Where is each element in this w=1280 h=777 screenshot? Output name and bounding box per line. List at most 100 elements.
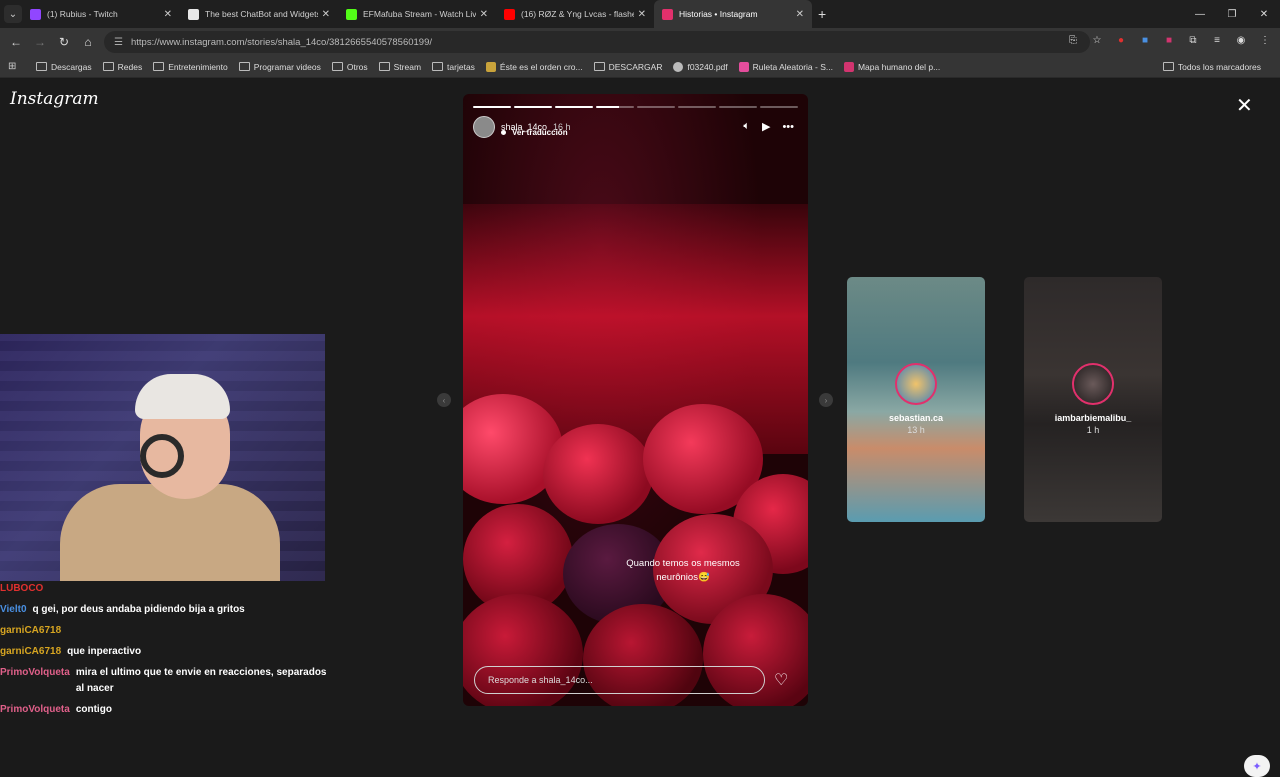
tab-close-icon[interactable]: ✕	[322, 9, 330, 20]
chat-message: garniCA6718	[0, 623, 330, 639]
tab-chatbot[interactable]: The best ChatBot and Widgets ✕	[180, 0, 338, 28]
bookmark-folder[interactable]: Stream	[378, 61, 422, 72]
story-progress-segment	[719, 106, 757, 108]
bookmark-label: tarjetas	[447, 61, 475, 72]
avatar	[895, 363, 937, 405]
minimize-icon[interactable]: —	[1184, 0, 1216, 28]
bookmark-favicon-icon	[843, 61, 854, 72]
bookmark-folder[interactable]: Entretenimiento	[153, 62, 228, 72]
bookmark-label: Éste es el orden cro...	[499, 61, 583, 72]
address-bar[interactable]: ☰ https://www.instagram.com/stories/shal…	[104, 31, 1090, 53]
assistant-icon[interactable]: ✦	[1244, 755, 1270, 777]
story-media-blob	[543, 424, 653, 524]
chat-text: q gei, por deus andaba pidiendo bija a g…	[32, 604, 245, 615]
bookmark-folder[interactable]: Redes	[102, 61, 143, 72]
story-controls: 🔈︎ ▶ •••	[743, 120, 794, 133]
bookmark-label: Stream	[393, 61, 422, 72]
extension-red-icon[interactable]: ●	[1114, 33, 1128, 47]
previous-story-icon[interactable]: ‹	[437, 393, 451, 407]
kick-icon	[346, 8, 357, 20]
chat-username[interactable]: garniCA6718	[0, 644, 61, 660]
see-translation-link[interactable]: Ver traducción	[501, 128, 568, 137]
chat-text: mira el ultimo que te envie en reaccione…	[75, 667, 327, 694]
person-cap	[135, 374, 230, 419]
bookmark-folder[interactable]: Otros	[331, 62, 368, 72]
instagram-stories-page: Instagram ✕ ‹ › shala_14co 16 h Ver trad…	[0, 79, 1280, 777]
preview-username: sebastian.ca	[888, 413, 944, 423]
close-stories-icon[interactable]: ✕	[1236, 93, 1253, 118]
translate-extension-icon[interactable]: ■	[1138, 33, 1152, 47]
tab-label: The best ChatBot and Widgets	[205, 9, 318, 19]
profile-icon[interactable]: ◉	[1234, 33, 1248, 47]
tab-instagram[interactable]: Historias • Instagram ✕	[654, 0, 812, 28]
tab-close-icon[interactable]: ✕	[164, 9, 172, 20]
story-viewer[interactable]: shala_14co 16 h Ver traducción 🔈︎ ▶ ••• …	[463, 94, 808, 706]
tab-search-icon[interactable]: ⌄	[4, 5, 22, 23]
chat-username[interactable]: Vielt0	[0, 602, 27, 618]
reply-input[interactable]: Responde a shala_14co...	[474, 666, 765, 694]
chat-message: Vielt0 q gei, por deus andaba pidiendo bi…	[0, 602, 330, 618]
bookmark-folder[interactable]: DESCARGAR	[593, 62, 662, 72]
instagram-logo[interactable]: Instagram	[10, 89, 99, 109]
webcam-overlay	[0, 334, 325, 581]
volume-icon[interactable]: 🔈︎	[743, 120, 750, 133]
chatbot-icon	[188, 8, 199, 20]
site-info-icon[interactable]: ☰	[114, 37, 123, 48]
reload-icon[interactable]: ↻	[52, 35, 76, 49]
folder-icon	[153, 62, 165, 71]
all-bookmarks-folder[interactable]: Todos los marcadores	[1162, 62, 1261, 72]
tab-youtube[interactable]: (16) RØZ & Yng Lvcas - flashes ✕	[496, 0, 654, 28]
tab-close-icon[interactable]: ✕	[638, 9, 646, 20]
browser-tab-bar: ⌄ (1) Rubius - Twitch ✕ The best ChatBot…	[0, 0, 1280, 28]
bookmark-link[interactable]: Ruleta Aleatoria - S...	[738, 61, 833, 72]
back-icon[interactable]: ←	[4, 35, 28, 49]
bookmark-favicon-icon	[485, 61, 496, 72]
bookmark-folder[interactable]: Descargas	[36, 62, 92, 72]
bookmark-link[interactable]: Mapa humano del p...	[843, 61, 940, 72]
folder-icon	[378, 62, 390, 71]
chat-username[interactable]: LUBOCO	[0, 581, 43, 597]
extension-pink-icon[interactable]: ■	[1162, 33, 1176, 47]
apps-grid-icon[interactable]: ⊞	[8, 61, 22, 72]
bookmark-link[interactable]: Éste es el orden cro...	[485, 61, 583, 72]
next-story-icon[interactable]: ›	[819, 393, 833, 407]
story-preview[interactable]: iambarbiemalibu_ 1 h	[1024, 277, 1162, 522]
story-preview[interactable]: sebastian.ca 13 h	[847, 277, 985, 522]
install-app-icon[interactable]: ⎘	[1066, 33, 1080, 47]
chat-username[interactable]: garniCA6718	[0, 623, 61, 639]
home-icon[interactable]: ⌂	[76, 35, 100, 49]
bookmark-label: Redes	[117, 61, 143, 72]
restore-icon[interactable]: ❐	[1216, 0, 1248, 28]
folder-icon	[593, 62, 605, 71]
headphones-icon	[140, 434, 184, 478]
chat-message: garniCA6718 que inperactivo	[0, 644, 330, 660]
tab-twitch[interactable]: (1) Rubius - Twitch ✕	[22, 0, 180, 28]
bookmark-link[interactable]: f03240.pdf	[673, 61, 728, 72]
folder-icon	[432, 62, 444, 71]
tab-close-icon[interactable]: ✕	[796, 9, 804, 20]
extensions-icon[interactable]: ⧉	[1186, 33, 1200, 47]
folder-icon	[36, 62, 47, 71]
story-progress-segment	[678, 106, 716, 108]
play-icon[interactable]: ▶	[762, 120, 770, 133]
chat-text: contigo	[75, 704, 112, 715]
media-control-icon[interactable]: ≡	[1210, 33, 1224, 47]
story-progress-segment	[473, 106, 511, 108]
url-text: https://www.instagram.com/stories/shala_…	[130, 36, 432, 48]
bookmark-folder[interactable]: tarjetas	[432, 62, 475, 72]
forward-icon[interactable]: →	[28, 35, 52, 49]
new-tab-button[interactable]: +	[818, 6, 826, 22]
more-options-icon[interactable]: •••	[782, 121, 794, 133]
bookmark-folder[interactable]: Programar videos	[238, 62, 321, 72]
avatar	[1072, 363, 1114, 405]
close-window-icon[interactable]: ✕	[1248, 0, 1280, 28]
chat-username[interactable]: PrimoVolqueta	[0, 702, 70, 718]
tab-close-icon[interactable]: ✕	[480, 9, 488, 20]
browser-menu-icon[interactable]: ⋮	[1258, 33, 1272, 47]
bookmark-star-icon[interactable]: ☆	[1090, 33, 1104, 47]
avatar[interactable]	[473, 116, 495, 138]
chat-username[interactable]: PrimoVolqueta	[0, 665, 70, 681]
tab-kick[interactable]: EFMafuba Stream - Watch Live ✕	[338, 0, 496, 28]
like-heart-icon[interactable]: ♡	[774, 670, 788, 690]
preview-username: iambarbiemalibu_	[1054, 413, 1132, 423]
